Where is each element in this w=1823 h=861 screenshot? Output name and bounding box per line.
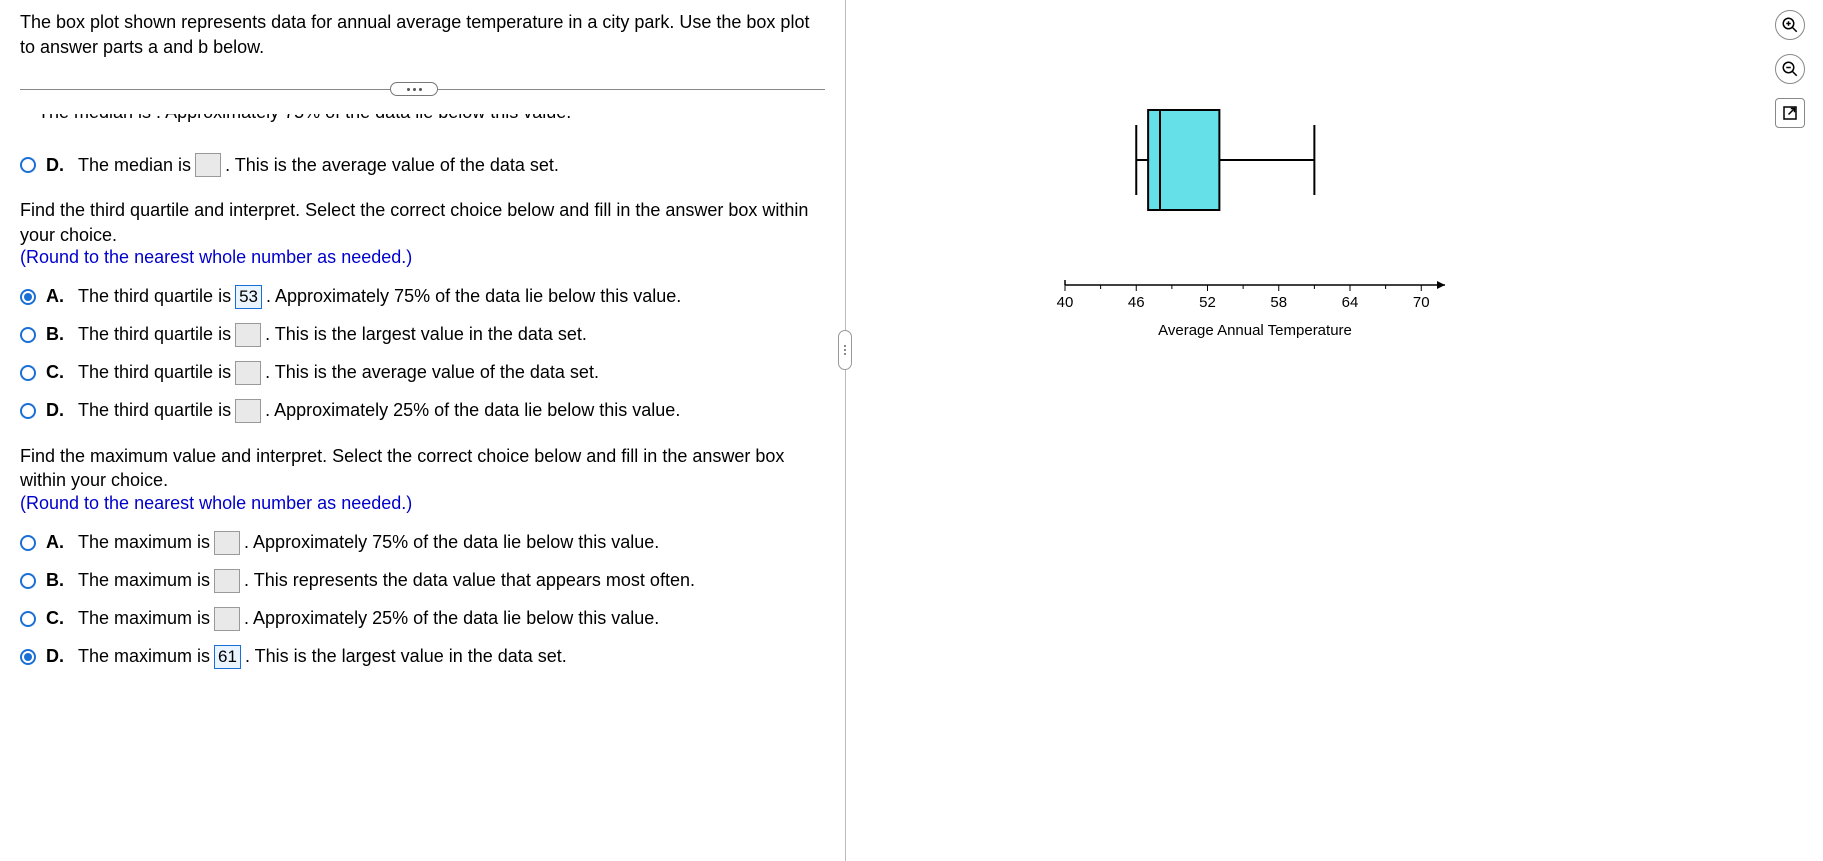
text-before: The third quartile is (78, 286, 231, 307)
zoom-in-button[interactable] (1775, 10, 1805, 40)
boxplot-svg: 40 46 52 58 64 70 (1055, 90, 1455, 320)
choice-letter: A. (46, 532, 68, 553)
choice-text: The third quartile is . This is the aver… (78, 361, 599, 385)
choice-text: The third quartile is . This is the larg… (78, 323, 587, 347)
answer-input[interactable] (214, 607, 240, 631)
radio-button[interactable] (20, 573, 36, 589)
answer-input[interactable] (214, 569, 240, 593)
expand-button[interactable] (390, 82, 438, 96)
choice-text: The median is . This is the average valu… (78, 153, 559, 177)
svg-text:46: 46 (1128, 294, 1145, 311)
choice-text: The third quartile is . Approximately 25… (78, 399, 680, 423)
choice-text: The maximum is . This represents the dat… (78, 569, 695, 593)
svg-text:40: 40 (1057, 294, 1074, 311)
radio-button[interactable] (20, 649, 36, 665)
figure-pane: 40 46 52 58 64 70 Average Annual Temperature (845, 0, 1823, 861)
text-after: . Approximately 25% of the data lie belo… (244, 608, 659, 629)
text-after: . This is the average value of the data … (265, 362, 599, 383)
max-choices: A. The maximum is . Approximately 75% of … (20, 524, 825, 676)
text-after: . Approximately 75% of the data lie belo… (244, 532, 659, 553)
cutoff-text: The median is . Approximately 75% of the… (38, 114, 571, 123)
q3-prompt: Find the third quartile and interpret. S… (20, 198, 820, 247)
text-after: . This represents the data value that ap… (244, 570, 695, 591)
zoom-in-icon (1781, 16, 1799, 34)
pane-resize-handle[interactable] (838, 330, 852, 370)
page: The box plot shown represents data for a… (0, 0, 1823, 861)
prev-choice-d: D. The median is . This is the average v… (20, 146, 825, 184)
q3-choice-B: B. The third quartile is . This is the la… (20, 316, 825, 354)
popout-button[interactable] (1775, 98, 1805, 128)
text-before: The maximum is (78, 608, 210, 629)
max-hint: (Round to the nearest whole number as ne… (20, 493, 820, 514)
choice-letter: C. (46, 362, 68, 383)
answer-input[interactable] (195, 153, 221, 177)
popout-icon (1781, 104, 1799, 122)
answer-input[interactable] (235, 323, 261, 347)
svg-text:64: 64 (1342, 294, 1359, 311)
radio-button[interactable] (20, 611, 36, 627)
zoom-out-icon (1781, 60, 1799, 78)
q3-hint: (Round to the nearest whole number as ne… (20, 247, 820, 268)
text-before: The maximum is (78, 532, 210, 553)
choice-letter: B. (46, 570, 68, 591)
text-after: . This is the average value of the data … (225, 155, 559, 176)
zoom-out-button[interactable] (1775, 54, 1805, 84)
intro-text: The box plot shown represents data for a… (20, 10, 810, 60)
text-after: . Approximately 25% of the data lie belo… (265, 400, 680, 421)
choice-text: The maximum is 61. This is the largest v… (78, 645, 567, 669)
choice-text: The third quartile is 53. Approximately … (78, 285, 681, 309)
svg-text:58: 58 (1270, 294, 1287, 311)
radio-button[interactable] (20, 327, 36, 343)
radio-button[interactable] (20, 403, 36, 419)
text-before: The maximum is (78, 570, 210, 591)
boxplot-chart: 40 46 52 58 64 70 Average Annual Temperature (1055, 90, 1455, 339)
max-prompt: Find the maximum value and interpret. Se… (20, 444, 820, 493)
text-before: The median is (78, 155, 191, 176)
answer-input[interactable]: 53 (235, 285, 262, 309)
choice-text: The maximum is . Approximately 25% of th… (78, 607, 659, 631)
x-axis-label: Average Annual Temperature (1055, 322, 1455, 339)
q3-choice-D: D. The third quartile is . Approximately … (20, 392, 825, 430)
text-before: The third quartile is (78, 400, 231, 421)
text-before: The maximum is (78, 646, 210, 667)
text-after: . This is the largest value in the data … (265, 324, 587, 345)
max-block: Find the maximum value and interpret. Se… (20, 444, 820, 514)
radio-button[interactable] (20, 289, 36, 305)
svg-text:52: 52 (1199, 294, 1216, 311)
answer-input[interactable] (214, 531, 240, 555)
choice-letter: D. (46, 646, 68, 667)
text-after: . Approximately 75% of the data lie belo… (266, 286, 681, 307)
answer-input[interactable] (235, 399, 261, 423)
radio-button[interactable] (20, 535, 36, 551)
max-choice-B: B. The maximum is . This represents the d… (20, 562, 825, 600)
section-divider (20, 82, 825, 96)
choice-letter: D. (46, 155, 68, 176)
radio-button[interactable] (20, 365, 36, 381)
question-pane: The box plot shown represents data for a… (0, 0, 845, 861)
answer-input[interactable]: 61 (214, 645, 241, 669)
choice-letter: A. (46, 286, 68, 307)
radio-prev-d[interactable] (20, 157, 36, 173)
text-before: The third quartile is (78, 324, 231, 345)
choice-letter: C. (46, 608, 68, 629)
prev-choice-group: D. The median is . This is the average v… (20, 146, 825, 184)
q3-block: Find the third quartile and interpret. S… (20, 198, 820, 268)
figure-tools (1775, 10, 1805, 128)
choice-letter: B. (46, 324, 68, 345)
max-choice-A: A. The maximum is . Approximately 75% of … (20, 524, 825, 562)
max-choice-D: D. The maximum is 61. This is the largest… (20, 638, 825, 676)
choice-letter: D. (46, 400, 68, 421)
choice-text: The maximum is . Approximately 75% of th… (78, 531, 659, 555)
max-choice-C: C. The maximum is . Approximately 25% of … (20, 600, 825, 638)
cutoff-row: The median is . Approximately 75% of the… (20, 114, 825, 136)
answer-input[interactable] (235, 361, 261, 385)
q3-choice-C: C. The third quartile is . This is the av… (20, 354, 825, 392)
text-after: . This is the largest value in the data … (245, 646, 567, 667)
text-before: The third quartile is (78, 362, 231, 383)
q3-choices: A.The third quartile is 53. Approximatel… (20, 278, 825, 430)
svg-text:70: 70 (1413, 294, 1430, 311)
q3-choice-A: A. The third quartile is 53. Approximatel… (20, 278, 825, 316)
